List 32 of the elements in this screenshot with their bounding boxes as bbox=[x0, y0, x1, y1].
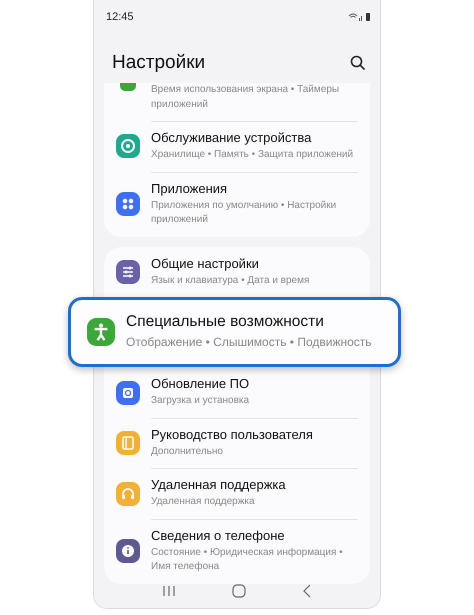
settings-item[interactable]: Приложения Приложения по умолчанию • Настройки приложений bbox=[104, 172, 370, 236]
settings-item[interactable]: Руководство пользователя Дополнительно bbox=[104, 418, 370, 468]
settings-item[interactable]: Сведения о телефоне Состояние • Юридическая информация • Имя телефона bbox=[104, 518, 370, 584]
setting-subtitle: Удаленная поддержка bbox=[151, 495, 256, 510]
setting-title: Сведения о телефоне bbox=[151, 528, 286, 543]
home-icon[interactable] bbox=[232, 584, 246, 598]
status-time: 12:45 bbox=[106, 11, 134, 23]
setting-subtitle: Загрузка и установка bbox=[151, 394, 250, 408]
status-icons bbox=[348, 12, 370, 22]
settings-item[interactable]: Общие настройки Язык и клавиатура • Дата и время bbox=[104, 246, 370, 297]
setting-title: Обслуживание устройства bbox=[151, 130, 312, 145]
highlighted-setting[interactable]: Специальные возможности Отображение • Слышимость • Подвижность bbox=[68, 297, 401, 368]
settings-item[interactable]: Удаленная поддержка Удаленная поддержка bbox=[104, 468, 370, 519]
back-icon[interactable] bbox=[302, 584, 312, 598]
setting-subtitle: Время использования экрана • Таймеры приложений bbox=[151, 83, 340, 112]
setting-subtitle: Приложения по умолчанию • Настройки приложений bbox=[151, 198, 338, 227]
setting-title: Обновление ПО bbox=[151, 376, 250, 392]
setting-title: Специальные возможности bbox=[126, 313, 325, 331]
setting-subtitle: Хранилище • Память • Защита приложений bbox=[151, 148, 354, 162]
setting-subtitle: Состояние • Юридическая информация • Имя телефона bbox=[151, 546, 344, 574]
screen-title: Настройки bbox=[112, 52, 206, 74]
recents-icon[interactable] bbox=[162, 585, 176, 597]
setting-title: Удаленная поддержка bbox=[151, 477, 286, 492]
settings-item[interactable]: Обновление ПО Загрузка и установка bbox=[104, 367, 370, 418]
setting-subtitle: Язык и клавиатура • Дата и время bbox=[151, 274, 310, 288]
setting-title: Руководство пользователя bbox=[151, 426, 313, 442]
setting-title: Общие настройки bbox=[151, 256, 260, 270]
setting-subtitle: Дополнительно bbox=[151, 444, 224, 459]
settings-item[interactable]: Обслуживание устройства Хранилище • Память • Защита приложений bbox=[104, 121, 370, 172]
setting-title: Приложения bbox=[151, 180, 228, 196]
setting-subtitle: Отображение • Слышимость • Подвижность bbox=[126, 334, 372, 351]
search-icon[interactable] bbox=[350, 55, 366, 71]
